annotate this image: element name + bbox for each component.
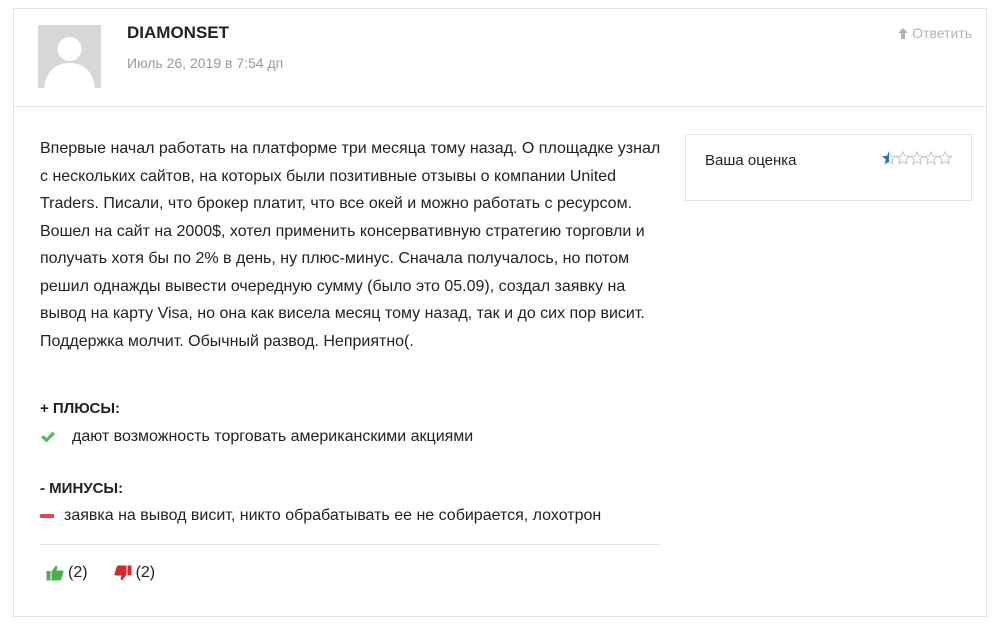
star-icon[interactable] (938, 151, 952, 165)
check-icon (41, 431, 55, 443)
dislike-count: (2) (135, 564, 156, 581)
star-icon[interactable] (896, 151, 910, 165)
review-date: Июль 26, 2019 в 7:54 дп (127, 55, 284, 71)
author-name: DIAMONSET (127, 23, 229, 42)
thumbs-up-icon (46, 565, 64, 581)
rating-label: Ваша оценка (705, 152, 797, 169)
minus-icon (40, 514, 54, 518)
divider (40, 544, 661, 545)
star-icon[interactable] (882, 151, 896, 165)
rating-box: Ваша оценка (685, 134, 972, 201)
arrow-up-icon (898, 27, 909, 39)
pro-item: дают возможность торговать американскими… (40, 428, 473, 446)
like-count: (2) (68, 564, 88, 581)
rating-stars[interactable] (882, 151, 952, 165)
review-text: Впервые начал работать на платформе три … (40, 140, 661, 350)
pro-text: дают возможность торговать американскими… (72, 428, 474, 445)
review-card: DIAMONSET Июль 26, 2019 в 7:54 дп Ответи… (13, 8, 987, 617)
cons-title: - МИНУСЫ: (40, 480, 124, 497)
avatar (38, 25, 101, 88)
star-icon[interactable] (924, 151, 938, 165)
default-avatar-icon (38, 25, 101, 88)
pros-title: + ПЛЮСЫ: (40, 400, 121, 417)
vote-bar: (2) (2) (46, 564, 155, 582)
reply-label: Ответить (912, 25, 972, 41)
reply-button[interactable]: Ответить (897, 25, 972, 41)
like-button[interactable]: (2) (46, 564, 88, 582)
dislike-button[interactable]: (2) (114, 564, 156, 582)
star-icon[interactable] (910, 151, 924, 165)
thumbs-down-icon (114, 565, 132, 581)
review-header: DIAMONSET Июль 26, 2019 в 7:54 дп Ответи… (14, 9, 986, 107)
con-item: заявка на вывод висит, никто обрабатыват… (40, 507, 601, 525)
con-text: заявка на вывод висит, никто обрабатыват… (64, 507, 602, 524)
